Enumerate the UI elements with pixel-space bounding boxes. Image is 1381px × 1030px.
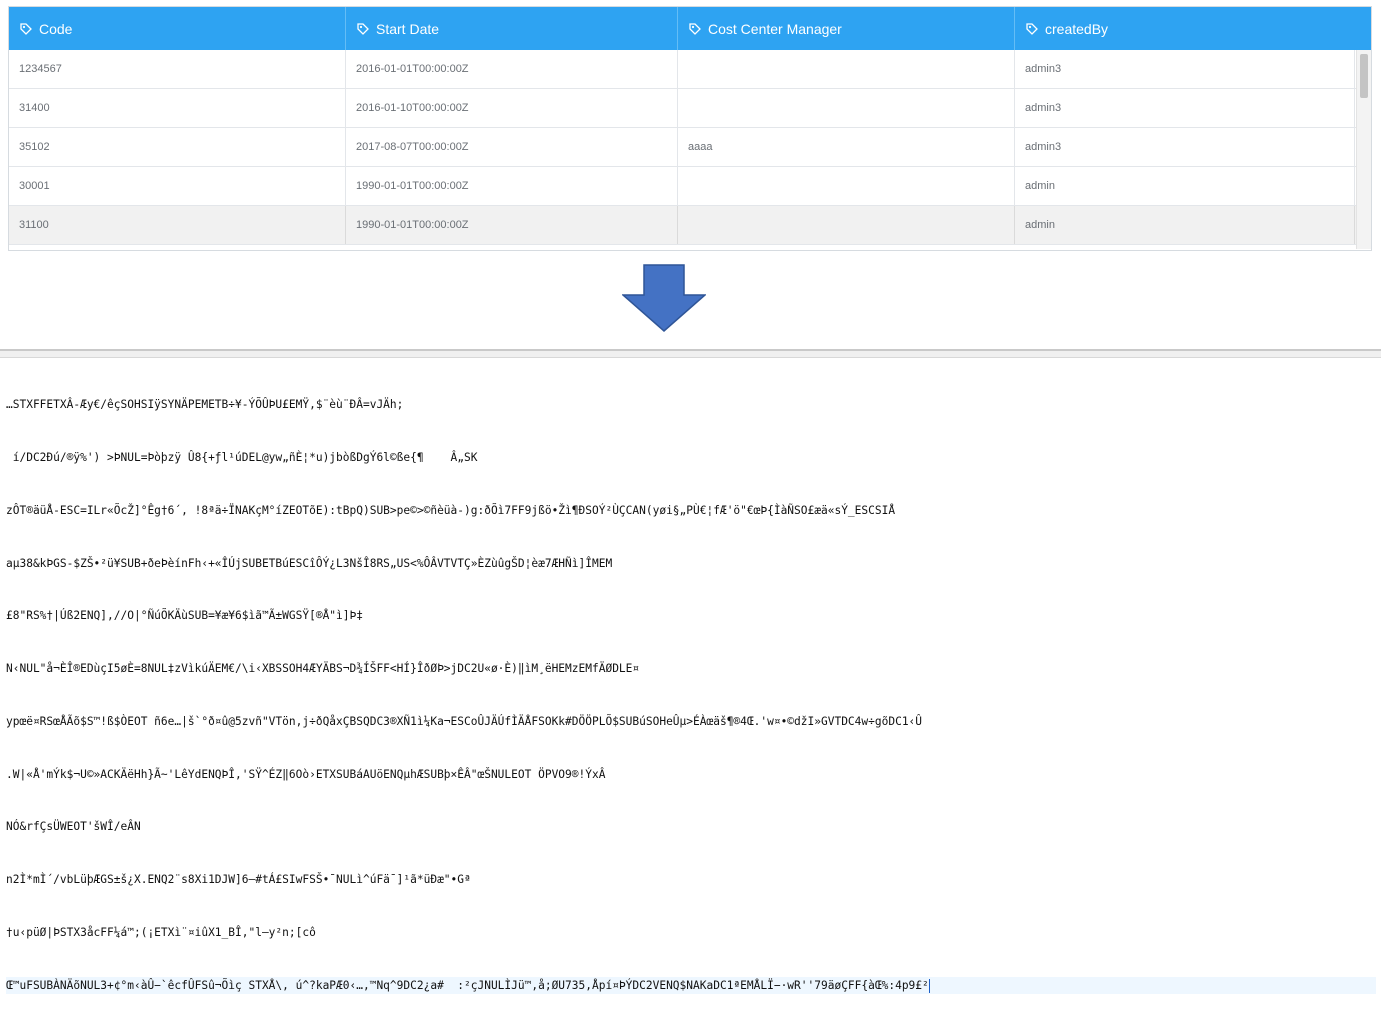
- cell-code[interactable]: 1234567: [9, 50, 346, 88]
- filter-tag-icon[interactable]: [688, 22, 702, 36]
- editor-line[interactable]: aµ38&kÞGS-$ZŠ•²ü¥SUB+ðeÞèínFh‹+«ÎÚjSUBET…: [6, 555, 1376, 573]
- editor-line[interactable]: ypœë¤RSœÅÃõ$S™!ß$ÒEOT ñ6e…|š`°ð¤û@5zvñ"V…: [6, 713, 1376, 731]
- cell-created-by[interactable]: admin3: [1015, 89, 1355, 127]
- editor-line[interactable]: NÓ&rfÇsÜWEOT'šWÎ/eÂN: [6, 818, 1376, 836]
- cell-created-by[interactable]: admin: [1015, 206, 1355, 244]
- cell-created-by[interactable]: admin3: [1015, 50, 1355, 88]
- editor-line[interactable]: N‹NUL"å¬ÈÎ®EDùçI5øÈ=8NUL‡zVìkúÄEM€/\i‹XB…: [6, 660, 1376, 678]
- editor-line-current[interactable]: Œ™uFSUBÀNÄõNUL3+¢°m‹àÛ−`êcfÛFSû¬Õìç STXÅ…: [6, 976, 1376, 995]
- editor-ruler: [0, 351, 1381, 358]
- column-header-created-by[interactable]: createdBy: [1015, 7, 1355, 50]
- cell-manager[interactable]: aaaa: [678, 128, 1015, 166]
- column-header-label: Cost Center Manager: [708, 20, 842, 37]
- cell-manager[interactable]: [678, 89, 1015, 127]
- cell-code[interactable]: 31400: [9, 89, 346, 127]
- editor-line-text[interactable]: Œ™uFSUBÀNÄõNUL3+¢°m‹àÛ−`êcfÛFSû¬Õìç STXÅ…: [6, 979, 929, 992]
- editor-line[interactable]: zÔT®äüÅ-ESC=ILr«ÕcŽ]°Êg†6´, !8ªä÷ÏNAKçM°…: [6, 502, 1376, 520]
- grid-header: Code Start Date Cost Center Manager crea…: [9, 7, 1371, 50]
- data-grid: Code Start Date Cost Center Manager crea…: [8, 6, 1372, 251]
- column-header-code[interactable]: Code: [9, 7, 346, 50]
- editor-line[interactable]: £8"RS%†|Úß2ENQ],//O|°ÑúÕKÄùSUB=¥æ¥6$ìã™Ã…: [6, 607, 1376, 625]
- table-row-selected[interactable]: 31100 1990-01-01T00:00:00Z admin: [9, 206, 1371, 245]
- cell-created-by[interactable]: admin3: [1015, 128, 1355, 166]
- column-header-cost-center-manager[interactable]: Cost Center Manager: [678, 7, 1015, 50]
- column-header-start-date[interactable]: Start Date: [346, 7, 678, 50]
- vertical-scrollbar[interactable]: [1356, 50, 1371, 249]
- text-caret: [928, 978, 930, 993]
- cell-start-date[interactable]: 2016-01-10T00:00:00Z: [346, 89, 678, 127]
- filter-tag-icon[interactable]: [356, 22, 370, 36]
- binary-text-editor[interactable]: …STXFFETXÂ-Æy€/êçSOHSIÿSYNÄPEMETB÷¥-ÝÕÛÞ…: [0, 349, 1381, 995]
- editor-line[interactable]: …STXFFETXÂ-Æy€/êçSOHSIÿSYNÄPEMETB÷¥-ÝÕÛÞ…: [6, 396, 1376, 414]
- cell-start-date[interactable]: 2017-08-07T00:00:00Z: [346, 128, 678, 166]
- cell-start-date[interactable]: 1990-01-01T00:00:00Z: [346, 167, 678, 205]
- column-header-label: createdBy: [1045, 20, 1109, 37]
- cell-code[interactable]: 35102: [9, 128, 346, 166]
- cell-start-date[interactable]: 1990-01-01T00:00:00Z: [346, 206, 678, 244]
- cell-code[interactable]: 31100: [9, 206, 346, 244]
- cell-manager[interactable]: [678, 50, 1015, 88]
- editor-line[interactable]: n2Ì*mÌ´/vbLüþÆGS±š¿X.ENQ2¨s8Xi1DJW]6—#tÁ…: [6, 871, 1376, 889]
- cell-manager[interactable]: [678, 206, 1015, 244]
- editor-line[interactable]: †u‹püØ|ÞSTX3åcFF¼á™;(¡ETXì¨¤iûX1_BÎ,"l—y…: [6, 924, 1376, 942]
- cell-created-by[interactable]: admin: [1015, 167, 1355, 205]
- table-row[interactable]: 1234567 2016-01-01T00:00:00Z admin3: [9, 50, 1371, 89]
- filter-tag-icon[interactable]: [19, 22, 33, 36]
- editor-line[interactable]: í/DC2Ðú/®ÿ%') >ÞNUL=Þòþzÿ Û8{+ƒl¹úDEL@yw…: [6, 449, 1376, 467]
- table-row[interactable]: 31400 2016-01-10T00:00:00Z admin3: [9, 89, 1371, 128]
- column-header-label: Start Date: [376, 20, 440, 37]
- cell-code[interactable]: 30001: [9, 167, 346, 205]
- cell-manager[interactable]: [678, 167, 1015, 205]
- table-row[interactable]: 35102 2017-08-07T00:00:00Z aaaa admin3: [9, 128, 1371, 167]
- editor-line[interactable]: .W|«Å'mÝk$¬U©»ACKÄëHh}Ã~'LêYdENQÞÎ,'SŸ^É…: [6, 766, 1376, 784]
- editor-lines[interactable]: …STXFFETXÂ-Æy€/êçSOHSIÿSYNÄPEMETB÷¥-ÝÕÛÞ…: [6, 361, 1376, 1030]
- scrollbar-thumb[interactable]: [1360, 54, 1368, 98]
- down-arrow-icon: [622, 264, 706, 332]
- table-row[interactable]: 30001 1990-01-01T00:00:00Z admin: [9, 167, 1371, 206]
- column-header-label: Code: [39, 20, 73, 37]
- filter-tag-icon[interactable]: [1025, 22, 1039, 36]
- cell-start-date[interactable]: 2016-01-01T00:00:00Z: [346, 50, 678, 88]
